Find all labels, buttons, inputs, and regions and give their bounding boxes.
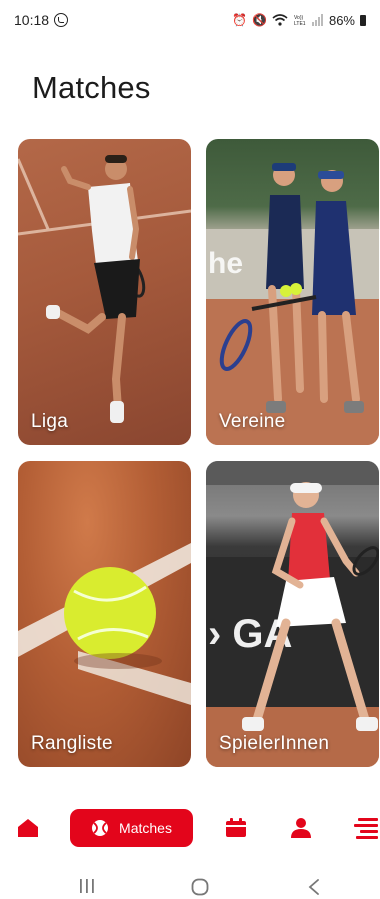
card-vereine[interactable]: he Vereine	[206, 139, 379, 445]
card-label: Vereine	[219, 411, 286, 432]
nav-matches-label: Matches	[119, 820, 172, 836]
nav-matches[interactable]: Matches	[70, 809, 193, 847]
spielerinnen-photo: › GA	[206, 461, 379, 767]
volte-icon: Vo)) LTE1	[294, 15, 306, 26]
android-nav-bar	[0, 866, 380, 899]
calendar-icon	[226, 818, 246, 837]
status-bar: 10:18 ⏰ 🔇 Vo)) LTE1 86%	[0, 0, 380, 40]
status-left: 10:18	[14, 12, 69, 28]
battery-icon	[360, 14, 366, 26]
wifi-icon	[272, 14, 288, 26]
rangliste-photo	[18, 543, 191, 705]
card-label: SpielerInnen	[219, 733, 330, 754]
vereine-photo: he	[206, 163, 379, 445]
page-title: Matches	[32, 70, 151, 105]
alarm-icon: ⏰	[232, 13, 248, 27]
svg-text:he: he	[208, 247, 243, 280]
nav-calendar[interactable]	[222, 814, 250, 842]
card-label: Rangliste	[31, 733, 113, 754]
home-icon	[18, 819, 38, 837]
nav-profile[interactable]	[287, 814, 315, 842]
home-button-icon[interactable]	[191, 878, 209, 896]
menu-icon	[354, 818, 378, 839]
liga-photo	[18, 155, 191, 423]
card-rangliste[interactable]: Rangliste	[18, 461, 191, 767]
nav-home[interactable]	[14, 814, 42, 842]
battery-percent: 86%	[328, 12, 355, 28]
whatsapp-icon	[54, 13, 69, 27]
back-icon[interactable]	[307, 878, 321, 896]
nav-menu[interactable]	[352, 814, 380, 842]
recents-icon[interactable]	[78, 878, 96, 894]
svg-text:LTE1: LTE1	[294, 21, 306, 26]
bottom-nav: Matches	[0, 806, 380, 850]
status-right: ⏰ 🔇 Vo)) LTE1 86%	[232, 13, 366, 28]
mute-icon: 🔇	[252, 13, 267, 27]
signal-icon	[311, 14, 323, 26]
status-time: 10:18	[14, 12, 50, 28]
card-spielerinnen[interactable]: › GA SpielerInnen	[206, 461, 379, 767]
card-liga[interactable]: Liga	[18, 139, 191, 445]
tennis-ball-icon	[92, 820, 109, 836]
card-label: Liga	[31, 411, 69, 432]
person-icon	[291, 818, 311, 838]
